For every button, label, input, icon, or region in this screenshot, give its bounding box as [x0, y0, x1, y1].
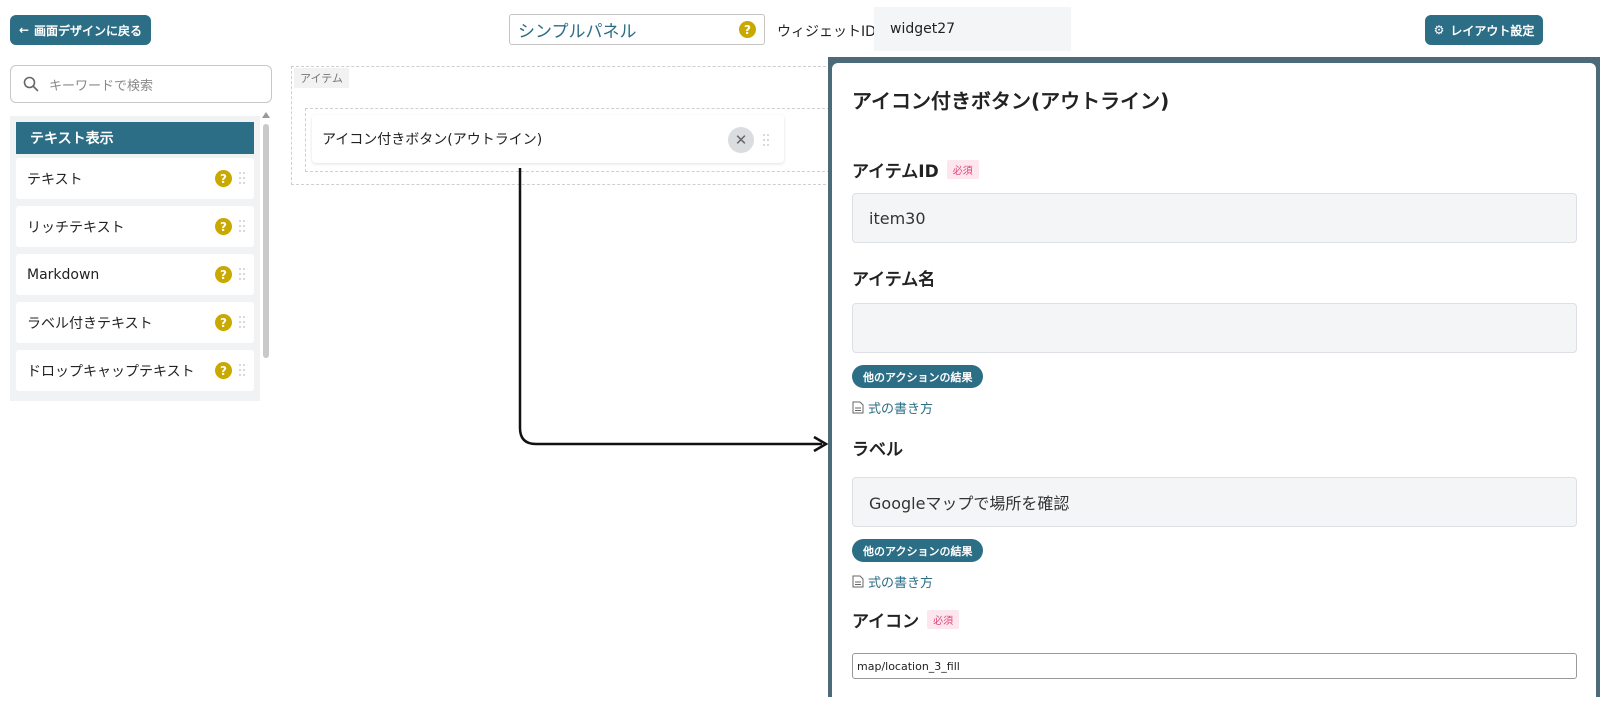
palette-item-label: ドロップキャップテキスト — [27, 363, 195, 380]
icon-label: アイコン 必須 — [852, 607, 960, 632]
layout-settings-button[interactable]: ⚙ レイアウト設定 — [1425, 15, 1543, 45]
search-input[interactable]: キーワードで検索 — [10, 65, 272, 103]
drag-handle-icon[interactable] — [762, 133, 770, 147]
canvas-item-card[interactable]: アイコン付きボタン(アウトライン) — [312, 115, 784, 163]
palette-item-label: Markdown — [27, 266, 100, 283]
drag-handle-icon[interactable] — [238, 267, 246, 281]
formula-help-text: 式の書き方 — [868, 402, 934, 417]
arrow-left-icon: ← — [18, 23, 30, 37]
palette-item-text[interactable]: テキスト ? — [16, 158, 254, 199]
panel-title-text: シンプルパネル — [518, 22, 637, 42]
item-name-label: アイテム名 — [852, 270, 936, 290]
help-icon[interactable]: ? — [215, 314, 232, 331]
required-badge: 必須 — [927, 610, 960, 629]
document-icon — [852, 575, 864, 588]
item-area-label: アイテム — [294, 68, 349, 88]
help-icon[interactable]: ? — [215, 218, 232, 235]
item-id-label: アイテムID 必須 — [852, 157, 979, 182]
formula-help-link[interactable]: 式の書き方 — [852, 572, 933, 591]
help-icon[interactable]: ? — [215, 362, 232, 379]
properties-panel-body: アイコン付きボタン(アウトライン) アイテムID 必須 item30 アイテム名… — [832, 63, 1596, 703]
drag-handle-icon[interactable] — [238, 363, 246, 377]
palette-item-label: テキスト — [27, 171, 83, 188]
drag-handle-icon[interactable] — [238, 315, 246, 329]
palette-item-label: リッチテキスト — [27, 219, 125, 236]
document-icon — [852, 401, 864, 414]
properties-panel: アイコン付きボタン(アウトライン) アイテムID 必須 item30 アイテム名… — [828, 57, 1600, 703]
remove-item-button[interactable]: ✕ — [728, 127, 754, 153]
palette-item-markdown[interactable]: Markdown ? — [16, 254, 254, 295]
search-placeholder: キーワードで検索 — [49, 78, 154, 94]
layout-settings-label: レイアウト設定 — [1450, 23, 1535, 38]
scroll-up-icon[interactable] — [262, 112, 270, 118]
action-result-button[interactable]: 他のアクションの結果 — [852, 365, 984, 388]
search-icon — [23, 76, 39, 92]
widget-id-input[interactable]: widget27 — [874, 7, 1071, 51]
scrollbar-thumb[interactable] — [263, 124, 269, 358]
label-input[interactable]: Googleマップで場所を確認 — [852, 477, 1577, 527]
help-icon[interactable]: ? — [739, 21, 756, 38]
icon-label-text: アイコン — [852, 612, 920, 632]
back-button-label: 画面デザインに戻る — [34, 23, 143, 38]
panel-title-field[interactable]: シンプルパネル ? — [509, 14, 765, 45]
palette-scrollbar[interactable] — [262, 112, 270, 402]
item-name-input[interactable] — [852, 303, 1577, 353]
widget-id-label: ウィジェットID — [777, 24, 876, 40]
canvas-item-label: アイコン付きボタン(アウトライン) — [322, 132, 543, 148]
formula-help-text: 式の書き方 — [868, 576, 934, 591]
label-field-label: ラベル — [852, 440, 903, 460]
drag-handle-icon[interactable] — [238, 171, 246, 185]
formula-help-link[interactable]: 式の書き方 — [852, 398, 933, 417]
palette-category-header[interactable]: テキスト表示 — [16, 122, 254, 154]
palette-item-label: ラベル付きテキスト — [27, 315, 153, 332]
help-icon[interactable]: ? — [215, 170, 232, 187]
item-id-label-text: アイテムID — [852, 162, 939, 182]
palette-item-drop-cap-text[interactable]: ドロップキャップテキスト ? — [16, 350, 254, 391]
action-result-button[interactable]: 他のアクションの結果 — [852, 539, 984, 562]
back-to-screen-design-button[interactable]: ← 画面デザインに戻る — [10, 15, 151, 45]
component-palette: テキスト表示 テキスト ? リッチテキスト ? Markdown ? ラベル付き… — [10, 116, 260, 401]
drag-handle-icon[interactable] — [238, 219, 246, 233]
gear-icon: ⚙ — [1433, 23, 1445, 37]
icon-input[interactable]: map/location_3_fill — [852, 653, 1577, 679]
palette-item-rich-text[interactable]: リッチテキスト ? — [16, 206, 254, 247]
required-badge: 必須 — [946, 160, 979, 179]
help-icon[interactable]: ? — [215, 266, 232, 283]
properties-title: アイコン付きボタン(アウトライン) — [852, 89, 1170, 113]
item-id-input[interactable]: item30 — [852, 193, 1577, 243]
palette-item-labeled-text[interactable]: ラベル付きテキスト ? — [16, 302, 254, 343]
